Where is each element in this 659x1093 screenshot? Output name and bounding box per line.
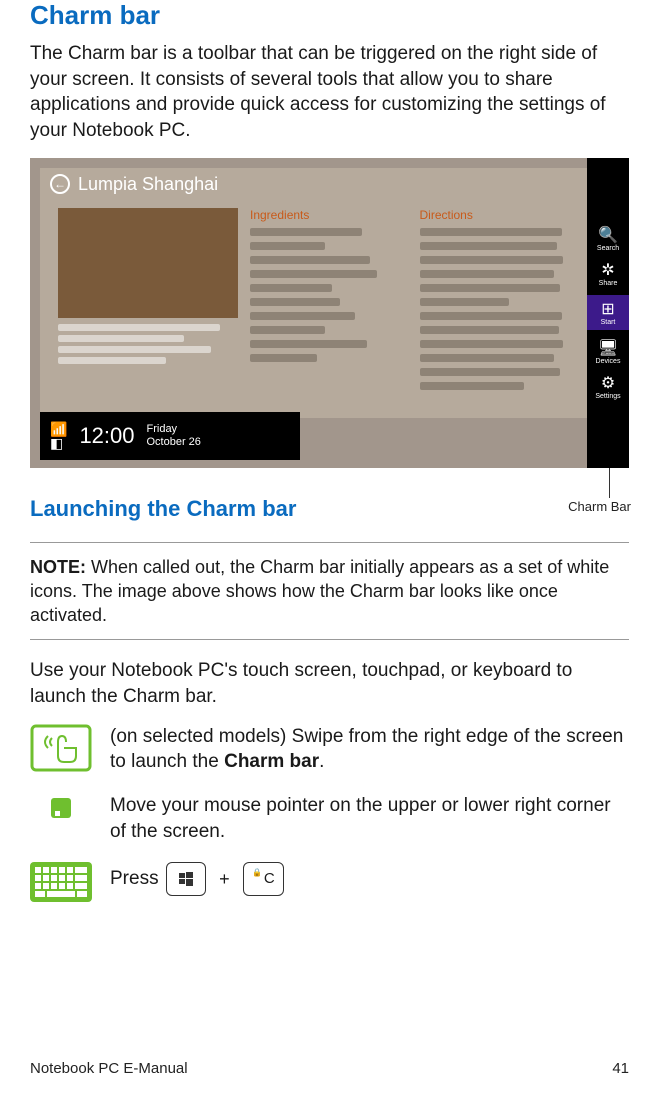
instruction-mouse-text: Move your mouse pointer on the upper or … [110,793,629,844]
callout-label: Charm Bar [568,499,631,514]
recipe-header: ← Lumpia Shanghai [50,174,218,195]
page-heading: Charm bar [30,0,629,31]
recipe-caption [58,324,238,368]
charm-start-label: Start [601,319,616,326]
network-icon: 📶◧ [50,422,67,450]
screenshot-figure: ← Lumpia Shanghai Ingredients [30,158,629,468]
windows-key [166,862,206,896]
callout-line [609,468,610,498]
plus-separator: + [219,869,230,889]
keyboard-icon [30,862,92,902]
note-body: When called out, the Charm bar initially… [30,557,609,626]
touch-screen-icon [30,724,92,772]
charm-share[interactable]: ✲ Share [587,260,629,287]
settings-icon: ⚙ [587,373,629,393]
ingredients-column: Ingredients [250,208,400,408]
charm-devices-label: Devices [596,358,621,365]
instruction-keyboard: Press + 🔒C [30,862,629,902]
directions-column: Directions [420,208,570,408]
instruction-touch-text: (on selected models) Swipe from the righ… [110,724,629,775]
recipe-photo [58,208,238,318]
search-icon: 🔍 [587,225,629,245]
sub-heading: Launching the Charm bar [30,496,629,522]
share-icon: ✲ [587,260,629,280]
charm-settings[interactable]: ⚙ Settings [587,373,629,400]
charm-bar[interactable]: 🔍 Search ✲ Share ⊞ Start 🖥 Devices ⚙ Set… [587,158,629,468]
footer-title: Notebook PC E-Manual [30,1060,188,1077]
directions-label: Directions [420,208,570,222]
recipe-app-background: ← Lumpia Shanghai Ingredients [40,168,619,418]
back-icon: ← [50,174,70,194]
charm-devices[interactable]: 🖥 Devices [587,338,629,365]
instruction-mouse: Move your mouse pointer on the upper or … [30,793,629,844]
clock-overlay: 📶◧ 12:00 Friday October 26 [40,412,300,460]
note-block: NOTE: When called out, the Charm bar ini… [30,542,629,641]
use-instructions: Use your Notebook PC's touch screen, tou… [30,658,629,709]
touchpad-icon [30,793,92,819]
devices-icon: 🖥 [587,338,629,358]
charm-settings-label: Settings [595,393,620,400]
screenshot-image: ← Lumpia Shanghai Ingredients [30,158,629,468]
charm-search[interactable]: 🔍 Search [587,225,629,252]
c-key: 🔒C [243,862,284,896]
recipe-title: Lumpia Shanghai [78,174,218,195]
windows-icon: ⊞ [587,299,629,319]
recipe-columns: Ingredients Directions [250,208,569,408]
page-number: 41 [612,1060,629,1077]
note-prefix: NOTE: [30,557,86,577]
intro-paragraph: The Charm bar is a toolbar that can be t… [30,41,629,144]
charm-start[interactable]: ⊞ Start [587,295,629,330]
instruction-keyboard-text: Press + 🔒C [110,862,629,896]
clock-date: Friday October 26 [147,423,201,447]
charm-search-label: Search [597,245,619,252]
charm-share-label: Share [599,280,618,287]
clock-time: 12:00 [79,423,134,449]
ingredients-label: Ingredients [250,208,400,222]
page-footer: Notebook PC E-Manual 41 [30,1060,629,1077]
instruction-touch: (on selected models) Swipe from the righ… [30,724,629,775]
